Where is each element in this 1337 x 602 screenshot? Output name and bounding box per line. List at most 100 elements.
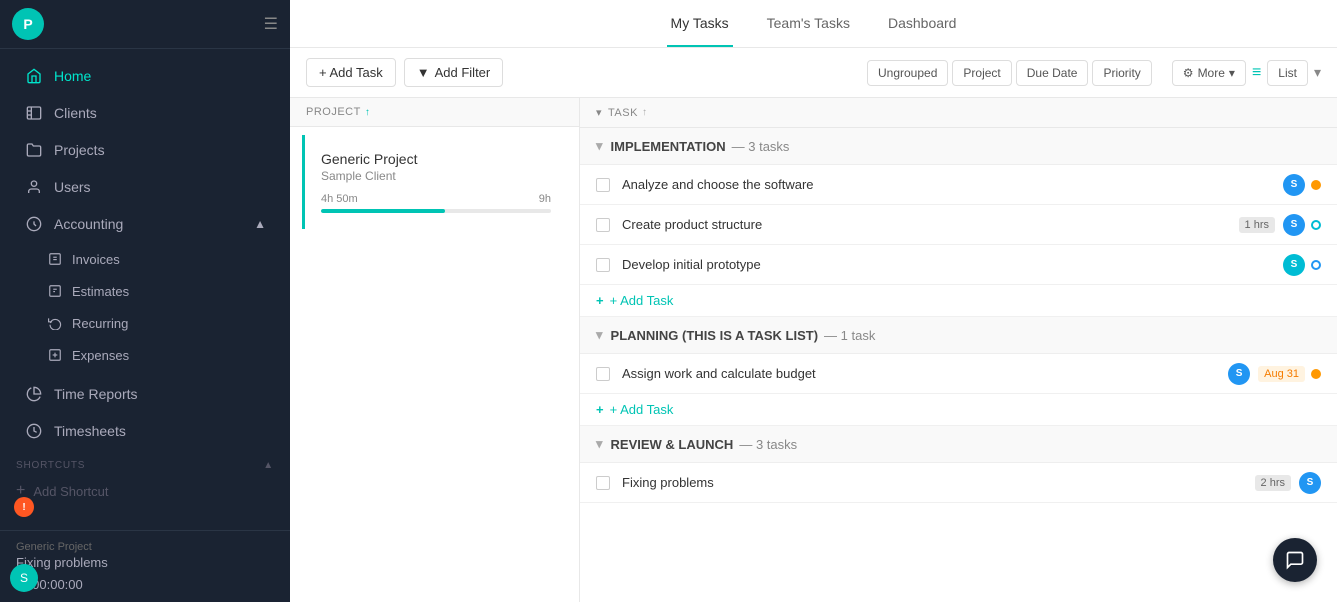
add-filter-button[interactable]: ▼ Add Filter [404,58,504,87]
time-budget: 9h [539,193,551,205]
task-col-header: ▾ TASK ↑ [580,98,1337,128]
filter-due-date[interactable]: Due Date [1016,60,1089,86]
planning-collapse[interactable]: ▾ [596,327,603,343]
project-panel: PROJECT ↑ Generic Project Sample Client … [290,98,580,602]
filter-priority[interactable]: Priority [1092,60,1151,86]
sidebar: P ☰ Home Clients Projects Users [0,0,290,602]
recurring-icon [46,314,64,332]
tab-my-tasks[interactable]: My Tasks [667,1,733,47]
tasks-panel: ▾ TASK ↑ ▾ IMPLEMENTATION — 3 tasks Anal… [580,98,1337,602]
add-shortcut-button[interactable]: + Add Shortcut [0,475,290,507]
expenses-icon [46,346,64,364]
list-view-icon[interactable]: ≡ [1252,64,1261,82]
task-name[interactable]: Develop initial prototype [622,257,1275,272]
implementation-count: — 3 tasks [732,139,790,154]
status-dot-orange [1311,369,1321,379]
tab-dashboard[interactable]: Dashboard [884,1,961,47]
sidebar-item-timesheets[interactable]: Timesheets [8,413,282,449]
avatar: S [1283,214,1305,236]
task-name[interactable]: Assign work and calculate budget [622,366,1220,381]
sidebar-item-estimates[interactable]: Estimates [0,275,290,307]
sidebar-item-recurring[interactable]: Recurring [0,307,290,339]
main-content: My Tasks Team's Tasks Dashboard + Add Ta… [290,0,1337,602]
view-controls: ⚙ More ▾ ≡ List ▾ [1172,60,1321,86]
accounting-chevron: ▲ [254,217,266,231]
sidebar-item-home-label: Home [54,68,91,84]
avatar: S [1228,363,1250,385]
section-planning: ▾ PLANNING (THIS IS A TASK LIST) — 1 tas… [580,317,1337,354]
sidebar-item-projects[interactable]: Projects [8,132,282,168]
sidebar-item-clients-label: Clients [54,105,97,121]
shortcuts-label: SHORTCUTS ▲ [0,450,290,475]
collapse-all-icon[interactable]: ▾ [596,106,602,119]
plus-icon: + [596,402,604,417]
chat-widget[interactable] [1273,538,1317,582]
sidebar-item-clients[interactable]: Clients [8,95,282,131]
projects-icon [24,140,44,160]
plus-icon: + [596,293,604,308]
task-name[interactable]: Fixing problems [622,475,1247,490]
project-name[interactable]: Generic Project [321,151,551,167]
add-task-button[interactable]: + Add Task [306,58,396,87]
gear-icon: ⚙ [1183,66,1194,80]
sidebar-item-accounting[interactable]: Accounting ▲ [8,206,282,242]
review-launch-title: REVIEW & LAUNCH [611,437,734,452]
task-name[interactable]: Create product structure [622,217,1231,232]
timer-display: 00:00:00 [32,577,83,592]
task-badge: 1 hrs [1239,217,1275,233]
more-button[interactable]: ⚙ More ▾ [1172,60,1246,86]
status-dot-outline [1311,260,1321,270]
task-checkbox[interactable] [596,218,610,232]
filter-group: Ungrouped Project Due Date Priority [867,60,1152,86]
sidebar-item-users[interactable]: Users [8,169,282,205]
table-row: Create product structure 1 hrs S [580,205,1337,245]
accounting-submenu: Invoices Estimates Recurring Expenses [0,243,290,375]
filter-ungrouped[interactable]: Ungrouped [867,60,948,86]
filter-project[interactable]: Project [952,60,1011,86]
sidebar-item-accounting-label: Accounting [54,216,123,232]
avatar: S [1283,174,1305,196]
project-sort-icon[interactable]: ↑ [365,107,371,118]
task-checkbox[interactable] [596,476,610,490]
more-chevron-icon: ▾ [1229,66,1235,80]
bottom-project: Generic Project [16,541,274,553]
tabs: My Tasks Team's Tasks Dashboard [667,1,961,47]
task-date-badge: Aug 31 [1258,366,1305,382]
list-button[interactable]: List [1267,60,1308,86]
users-icon [24,177,44,197]
timesheets-icon [24,421,44,441]
sidebar-header: P ☰ [0,0,290,49]
home-icon [24,66,44,86]
task-checkbox[interactable] [596,367,610,381]
task-checkbox[interactable] [596,258,610,272]
sidebar-item-users-label: Users [54,179,91,195]
planning-title: PLANNING (THIS IS A TASK LIST) [611,328,819,343]
add-task-row-planning[interactable]: + + Add Task [580,394,1337,426]
notification-dot[interactable]: ! [14,497,34,517]
project-client: Sample Client [321,169,551,183]
clients-icon [24,103,44,123]
add-task-row-impl[interactable]: + + Add Task [580,285,1337,317]
review-launch-collapse[interactable]: ▾ [596,436,603,452]
implementation-collapse[interactable]: ▾ [596,138,603,154]
section-review-launch: ▾ REVIEW & LAUNCH — 3 tasks [580,426,1337,463]
progress-bar-bg [321,209,551,213]
sidebar-item-time-reports[interactable]: Time Reports [8,376,282,412]
sidebar-item-expenses[interactable]: Expenses [0,339,290,371]
progress-bar-fill [321,209,445,213]
avatar: S [1299,472,1321,494]
bottom-task: Fixing problems [16,555,274,570]
options-icon[interactable]: ▾ [1314,64,1321,81]
sidebar-item-home[interactable]: Home [8,58,282,94]
sidebar-menu-icon[interactable]: ☰ [264,14,278,34]
tab-teams-tasks[interactable]: Team's Tasks [763,1,854,47]
task-sort-icon[interactable]: ↑ [642,107,648,118]
toolbar: + Add Task ▼ Add Filter Ungrouped Projec… [290,48,1337,98]
task-name[interactable]: Analyze and choose the software [622,177,1275,192]
shortcuts-collapse[interactable]: ▲ [263,460,274,471]
sidebar-item-invoices[interactable]: Invoices [0,243,290,275]
user-avatar-bottom[interactable]: S [10,564,38,592]
task-checkbox[interactable] [596,178,610,192]
filter-icon: ▼ [417,65,430,80]
time-reports-icon [24,384,44,404]
